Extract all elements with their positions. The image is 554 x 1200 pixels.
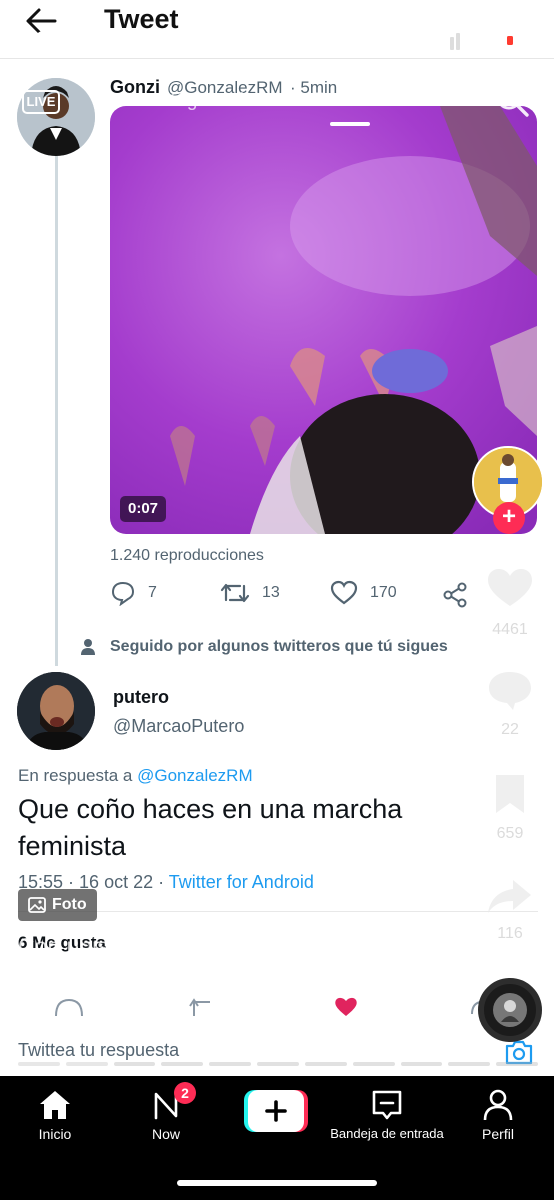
follow-plus-button[interactable]: + <box>493 502 525 534</box>
story-progress-bar <box>18 1062 538 1066</box>
wifi-icon <box>472 33 496 49</box>
progress-segment <box>496 1062 538 1066</box>
comment-icon <box>489 672 531 710</box>
author-name[interactable]: Gonzi <box>110 77 160 98</box>
nav-home[interactable]: Inicio <box>7 1086 103 1142</box>
home-icon <box>40 1091 70 1119</box>
progress-segment <box>65 1062 108 1066</box>
followed-by-text: Seguido por algunos twitteros que tú sig… <box>110 638 448 655</box>
reply-author-handle[interactable]: @MarcaoPutero <box>113 716 244 737</box>
tiktok-caption: Con unis Airforce tranquiloooo <box>18 933 327 959</box>
live-badge[interactable]: LIVE <box>22 90 60 114</box>
progress-segment <box>161 1062 204 1066</box>
reply-author-name[interactable]: putero <box>113 687 169 708</box>
tiktok-share-count: 116 <box>497 925 523 942</box>
progress-segment <box>113 1062 156 1066</box>
view-count: 1.240 reproducciones <box>110 547 264 564</box>
search-icon[interactable] <box>494 82 530 118</box>
tiktok-like-button[interactable]: 4461 <box>482 566 538 639</box>
thread-line <box>55 156 58 666</box>
sound-disc[interactable] <box>478 978 542 1042</box>
heart-icon <box>488 569 532 606</box>
nav-profile[interactable]: Perfil <box>450 1086 546 1142</box>
reply-to-label: En respuesta a <box>18 766 133 785</box>
heart-icon <box>330 580 358 605</box>
reply-icon <box>55 998 83 1017</box>
status-icons <box>438 32 536 50</box>
signal-icon <box>438 33 460 50</box>
retweet-count: 13 <box>262 584 280 601</box>
tiktok-bookmark-button[interactable]: 659 <box>482 772 538 843</box>
reply-button[interactable]: 7 <box>110 580 157 606</box>
inbox-icon <box>372 1090 402 1120</box>
page-title: Tweet <box>104 4 179 34</box>
retweet-icon <box>189 998 210 1016</box>
progress-segment <box>18 1062 60 1066</box>
sound-line[interactable]: sonido original - isaguerrerohigue... <box>18 1018 326 1039</box>
like-button[interactable]: 170 <box>330 580 397 606</box>
tab-for-you[interactable]: Para ti <box>314 90 372 112</box>
nav-home-label: Inicio <box>38 1126 72 1142</box>
tiktok-comment-button[interactable]: 22 <box>482 668 538 739</box>
reply-action-row-faded <box>55 997 481 1017</box>
nav-profile-label: Perfil <box>482 1126 514 1142</box>
reply-icon <box>111 581 135 606</box>
image-icon <box>28 897 46 913</box>
nav-inbox-label: Bandeja de entrada <box>330 1126 444 1141</box>
followed-by-note: Seguido por algunos twitteros que tú sig… <box>80 638 448 656</box>
status-time: 21:25 <box>36 28 93 51</box>
home-indicator <box>177 1180 377 1186</box>
photo-badge-label: Foto <box>52 896 87 913</box>
reply-text: Que coño haces en una marcha feminista <box>18 794 403 861</box>
like-count: 170 <box>370 584 397 601</box>
now-notification-badge: 2 <box>174 1082 196 1104</box>
reply-client-link[interactable]: Twitter for Android <box>169 872 314 892</box>
sound-name: sonido original - isaguerrerohigue... <box>44 1018 327 1038</box>
tiktok-comment-count: 22 <box>501 721 519 738</box>
person-icon <box>81 639 95 655</box>
tiktok-like-count: 4461 <box>492 621 528 638</box>
bookmark-icon <box>496 775 524 813</box>
reply-composer-input[interactable]: Twittea tu respuesta <box>18 1040 179 1061</box>
heart-icon <box>335 997 357 1016</box>
nav-now-label: Now <box>151 1126 180 1142</box>
progress-segment <box>304 1062 347 1066</box>
nav-now[interactable]: Now <box>118 1086 214 1142</box>
reply-to-handle[interactable]: @GonzalezRM <box>137 766 253 785</box>
create-button[interactable] <box>244 1090 308 1132</box>
header-divider <box>0 58 554 59</box>
progress-segment <box>400 1062 443 1066</box>
progress-segment <box>257 1062 299 1066</box>
reply-count: 7 <box>148 584 157 601</box>
active-tab-indicator <box>330 122 370 126</box>
share-icon[interactable] <box>442 582 468 608</box>
progress-segment <box>209 1062 252 1066</box>
music-note-icon <box>18 1018 36 1039</box>
nav-inbox[interactable]: Bandeja de entrada <box>330 1086 444 1141</box>
tiktok-share-button[interactable]: 116 <box>482 876 538 943</box>
reply-to-line: En respuesta a @GonzalezRM <box>18 766 253 786</box>
retweet-icon <box>220 583 250 603</box>
tab-following[interactable]: Siguiendo <box>170 90 255 112</box>
progress-segment <box>352 1062 395 1066</box>
tiktok-bookmark-count: 659 <box>496 825 524 842</box>
video-duration: 0:07 <box>120 496 167 522</box>
photo-badge[interactable]: Foto <box>18 889 97 921</box>
retweet-button[interactable]: 13 <box>220 580 280 606</box>
battery-icon <box>503 32 536 49</box>
reply-avatar[interactable] <box>17 672 95 750</box>
share-arrow-icon <box>488 880 531 913</box>
profile-icon <box>483 1089 513 1121</box>
progress-segment <box>448 1062 491 1066</box>
